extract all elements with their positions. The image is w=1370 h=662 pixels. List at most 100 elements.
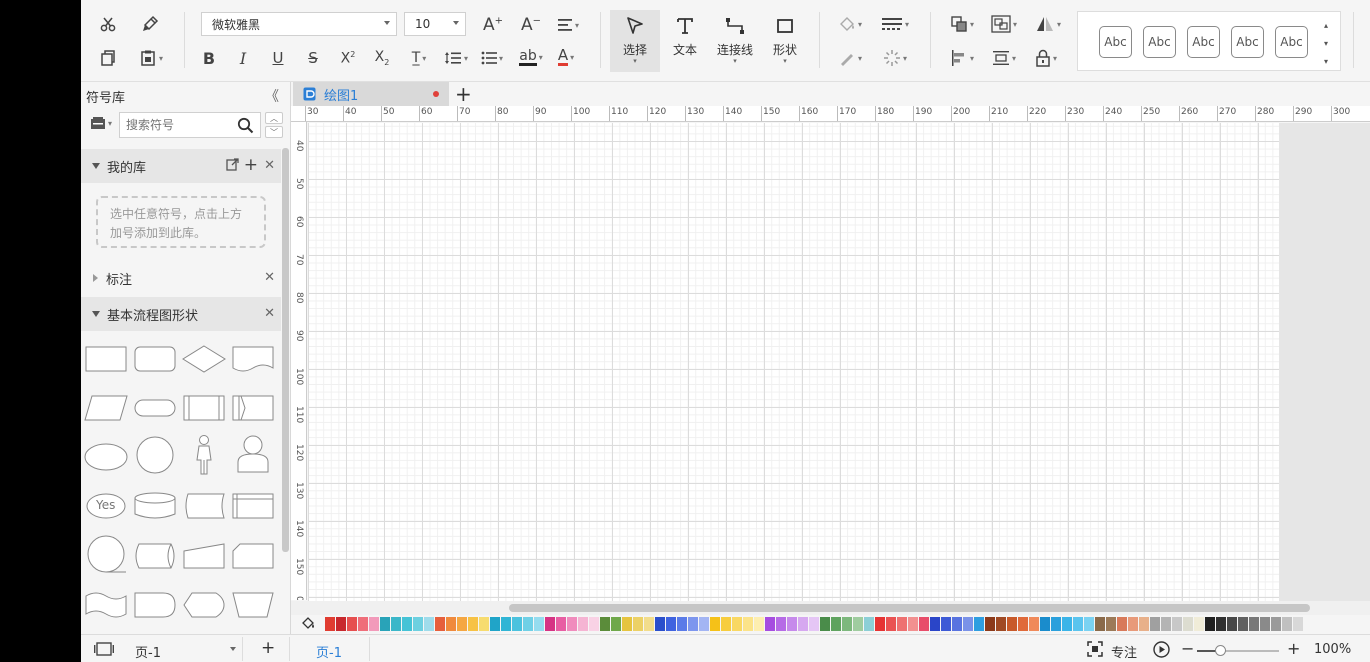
- close-section-icon[interactable]: ✕: [264, 158, 275, 173]
- color-swatch[interactable]: [512, 617, 522, 631]
- color-swatch[interactable]: [1018, 617, 1028, 631]
- color-swatch[interactable]: [776, 617, 786, 631]
- color-swatch[interactable]: [721, 617, 731, 631]
- canvas-area[interactable]: [308, 123, 1370, 601]
- color-swatch[interactable]: [919, 617, 929, 631]
- flip-button[interactable]: ▾: [1031, 14, 1065, 34]
- page-select[interactable]: 页-1: [127, 637, 243, 661]
- close-section-icon[interactable]: ✕: [264, 306, 275, 321]
- color-swatch[interactable]: [380, 617, 390, 631]
- color-swatch[interactable]: [490, 617, 500, 631]
- color-swatch[interactable]: [908, 617, 918, 631]
- color-swatch[interactable]: [1260, 617, 1270, 631]
- shape-manual-operation[interactable]: [230, 586, 276, 624]
- color-swatch[interactable]: [787, 617, 797, 631]
- format-painter-button[interactable]: [139, 14, 161, 34]
- font-family-select[interactable]: 微软雅黑: [201, 12, 397, 36]
- color-swatch[interactable]: [633, 617, 643, 631]
- distribute-button[interactable]: ▾: [989, 48, 1019, 68]
- symbol-search-input[interactable]: [120, 113, 230, 137]
- color-swatch[interactable]: [1249, 617, 1259, 631]
- shape-punched-tape[interactable]: [83, 586, 129, 624]
- color-swatch[interactable]: [402, 617, 412, 631]
- color-swatch[interactable]: [1293, 617, 1303, 631]
- color-swatch[interactable]: [391, 617, 401, 631]
- shape-data[interactable]: [83, 389, 129, 427]
- horizontal-scrollbar[interactable]: [291, 601, 1370, 615]
- color-swatch[interactable]: [820, 617, 830, 631]
- lock-button[interactable]: ▾: [1031, 48, 1061, 68]
- scroll-up-button[interactable]: ︿: [265, 112, 283, 124]
- color-swatch[interactable]: [1029, 617, 1039, 631]
- paste-button[interactable]: ▾: [136, 48, 166, 68]
- panel-scrollbar[interactable]: [282, 148, 289, 552]
- underline-button[interactable]: U: [268, 48, 288, 68]
- page-tab-active[interactable]: 页-1: [316, 642, 342, 661]
- align-button[interactable]: ▾: [553, 14, 583, 36]
- color-swatch[interactable]: [501, 617, 511, 631]
- list-button[interactable]: ▾: [477, 48, 507, 68]
- group-button[interactable]: ▾: [989, 14, 1019, 34]
- color-swatch[interactable]: [567, 617, 577, 631]
- color-swatch[interactable]: [1062, 617, 1072, 631]
- effects-button[interactable]: ▾: [877, 48, 913, 68]
- color-swatch[interactable]: [600, 617, 610, 631]
- color-swatch[interactable]: [534, 617, 544, 631]
- shape-rounded-rectangle[interactable]: [132, 340, 178, 378]
- drawing-page[interactable]: [308, 123, 1279, 601]
- close-section-icon[interactable]: ✕: [264, 270, 275, 285]
- shape-card[interactable]: [230, 537, 276, 575]
- color-swatch[interactable]: [589, 617, 599, 631]
- color-swatch[interactable]: [1051, 617, 1061, 631]
- shape-person[interactable]: [230, 435, 276, 474]
- focus-mode-icon[interactable]: [1087, 641, 1103, 660]
- shape-process[interactable]: [83, 340, 129, 378]
- bold-button[interactable]: B: [199, 48, 219, 68]
- color-swatch[interactable]: [1117, 617, 1127, 631]
- shape-terminator[interactable]: [132, 389, 178, 427]
- color-swatch[interactable]: [446, 617, 456, 631]
- fill-picker-button[interactable]: [301, 616, 317, 633]
- shape-collate[interactable]: [230, 389, 276, 427]
- scroll-down-button[interactable]: ﹀: [265, 126, 283, 138]
- color-swatch[interactable]: [1139, 617, 1149, 631]
- color-swatch[interactable]: [677, 617, 687, 631]
- quick-style-1[interactable]: Abc: [1099, 26, 1132, 58]
- quick-styles-scroll[interactable]: ▴ ▾ ▾: [1324, 17, 1328, 71]
- shape-internal-storage[interactable]: [230, 487, 276, 525]
- shape-circle[interactable]: [132, 436, 178, 474]
- color-swatch[interactable]: [1150, 617, 1160, 631]
- shape-delay[interactable]: [132, 586, 178, 624]
- zoom-slider-handle[interactable]: [1215, 645, 1226, 656]
- section-basic-flowchart[interactable]: 基本流程图形状 ✕: [81, 297, 281, 331]
- color-swatch[interactable]: [523, 617, 533, 631]
- library-menu-button[interactable]: ▾: [90, 116, 112, 130]
- shape-stored-data[interactable]: [181, 487, 227, 525]
- color-swatch[interactable]: [985, 617, 995, 631]
- shape-actor[interactable]: [181, 435, 227, 475]
- quick-style-3[interactable]: Abc: [1187, 26, 1220, 58]
- shape-decision[interactable]: [181, 340, 227, 378]
- color-swatch[interactable]: [974, 617, 984, 631]
- color-swatch[interactable]: [930, 617, 940, 631]
- color-swatch[interactable]: [424, 617, 434, 631]
- color-swatch[interactable]: [1073, 617, 1083, 631]
- section-annotation[interactable]: 标注 ✕: [81, 261, 281, 295]
- color-swatch[interactable]: [996, 617, 1006, 631]
- color-swatch[interactable]: [688, 617, 698, 631]
- export-library-icon[interactable]: [226, 158, 239, 175]
- focus-mode-label[interactable]: 专注: [1111, 642, 1137, 661]
- copy-button[interactable]: [97, 48, 119, 68]
- color-swatch[interactable]: [1040, 617, 1050, 631]
- strikethrough-button[interactable]: S: [303, 48, 323, 68]
- quick-style-2[interactable]: Abc: [1143, 26, 1176, 58]
- color-swatch[interactable]: [886, 617, 896, 631]
- color-swatch[interactable]: [611, 617, 621, 631]
- align-shapes-button[interactable]: ▾: [947, 48, 977, 68]
- color-swatch[interactable]: [765, 617, 775, 631]
- color-swatch[interactable]: [875, 617, 885, 631]
- highlight-button[interactable]: ab ▾: [515, 46, 547, 68]
- shape-tool[interactable]: 形状 ▾: [760, 10, 810, 72]
- cut-button[interactable]: [97, 14, 119, 34]
- color-swatch[interactable]: [809, 617, 819, 631]
